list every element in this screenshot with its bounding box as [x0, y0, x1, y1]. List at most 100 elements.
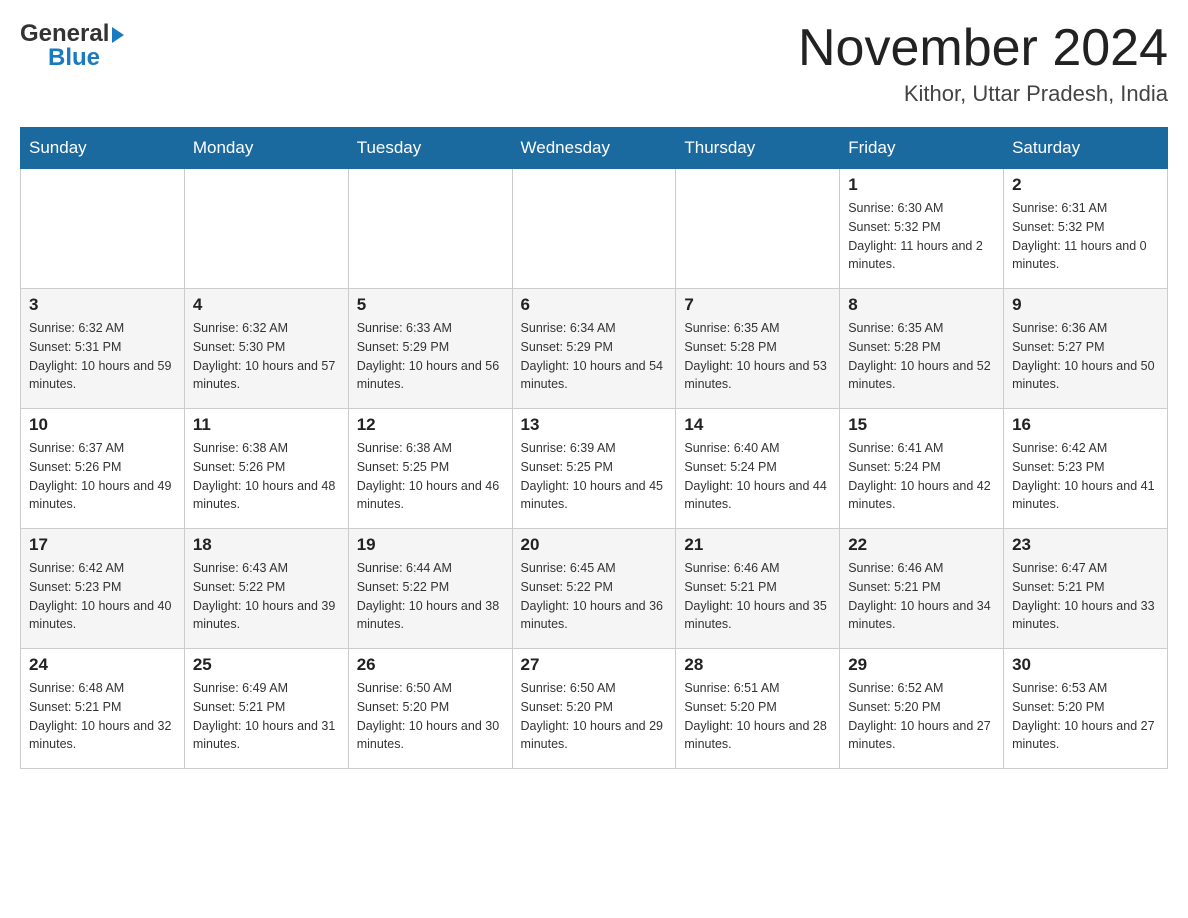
day-info: Sunrise: 6:50 AMSunset: 5:20 PMDaylight:…: [521, 679, 668, 754]
calendar-cell: [676, 169, 840, 289]
calendar-cell: 3 Sunrise: 6:32 AMSunset: 5:31 PMDaylight…: [21, 289, 185, 409]
calendar-cell: 23Sunrise: 6:47 AMSunset: 5:21 PMDayligh…: [1004, 529, 1168, 649]
calendar-cell: 2 Sunrise: 6:31 AMSunset: 5:32 PMDaylight…: [1004, 169, 1168, 289]
calendar-cell: 11 Sunrise: 6:38 AMSunset: 5:26 PMDayligh…: [184, 409, 348, 529]
calendar-cell: 5 Sunrise: 6:33 AMSunset: 5:29 PMDaylight…: [348, 289, 512, 409]
column-header-tuesday: Tuesday: [348, 128, 512, 169]
day-info: Sunrise: 6:38 AMSunset: 5:26 PMDaylight:…: [193, 439, 340, 514]
day-number: 22: [848, 535, 995, 555]
day-info: Sunrise: 6:47 AMSunset: 5:21 PMDaylight:…: [1012, 559, 1159, 634]
logo-blue-text: Blue: [48, 44, 100, 72]
day-number: 5: [357, 295, 504, 315]
day-number: 16: [1012, 415, 1159, 435]
calendar-cell: [348, 169, 512, 289]
column-header-wednesday: Wednesday: [512, 128, 676, 169]
day-number: 27: [521, 655, 668, 675]
calendar-cell: 19 Sunrise: 6:44 AMSunset: 5:22 PMDayligh…: [348, 529, 512, 649]
calendar-cell: 21Sunrise: 6:46 AMSunset: 5:21 PMDayligh…: [676, 529, 840, 649]
calendar-cell: 24 Sunrise: 6:48 AMSunset: 5:21 PMDayligh…: [21, 649, 185, 769]
calendar-cell: 27 Sunrise: 6:50 AMSunset: 5:20 PMDayligh…: [512, 649, 676, 769]
calendar-cell: 17 Sunrise: 6:42 AMSunset: 5:23 PMDayligh…: [21, 529, 185, 649]
day-number: 8: [848, 295, 995, 315]
calendar-cell: 13Sunrise: 6:39 AMSunset: 5:25 PMDayligh…: [512, 409, 676, 529]
calendar-cell: 26Sunrise: 6:50 AMSunset: 5:20 PMDayligh…: [348, 649, 512, 769]
calendar-cell: [184, 169, 348, 289]
calendar-cell: 28 Sunrise: 6:51 AMSunset: 5:20 PMDayligh…: [676, 649, 840, 769]
calendar-cell: 30 Sunrise: 6:53 AMSunset: 5:20 PMDayligh…: [1004, 649, 1168, 769]
calendar-cell: [512, 169, 676, 289]
day-number: 28: [684, 655, 831, 675]
day-info: Sunrise: 6:38 AMSunset: 5:25 PMDaylight:…: [357, 439, 504, 514]
calendar-week-row: 10Sunrise: 6:37 AMSunset: 5:26 PMDayligh…: [21, 409, 1168, 529]
day-info: Sunrise: 6:49 AMSunset: 5:21 PMDaylight:…: [193, 679, 340, 754]
day-info: Sunrise: 6:44 AMSunset: 5:22 PMDaylight:…: [357, 559, 504, 634]
calendar-cell: 10Sunrise: 6:37 AMSunset: 5:26 PMDayligh…: [21, 409, 185, 529]
calendar-cell: 12 Sunrise: 6:38 AMSunset: 5:25 PMDayligh…: [348, 409, 512, 529]
day-info: Sunrise: 6:52 AMSunset: 5:20 PMDaylight:…: [848, 679, 995, 754]
day-number: 24: [29, 655, 176, 675]
calendar-week-row: 24 Sunrise: 6:48 AMSunset: 5:21 PMDayligh…: [21, 649, 1168, 769]
title-block: November 2024 Kithor, Uttar Pradesh, Ind…: [798, 20, 1168, 107]
calendar-week-row: 1 Sunrise: 6:30 AMSunset: 5:32 PMDaylight…: [21, 169, 1168, 289]
calendar-week-row: 3 Sunrise: 6:32 AMSunset: 5:31 PMDaylight…: [21, 289, 1168, 409]
day-info: Sunrise: 6:35 AMSunset: 5:28 PMDaylight:…: [684, 319, 831, 394]
day-number: 3: [29, 295, 176, 315]
day-number: 1: [848, 175, 995, 195]
day-info: Sunrise: 6:51 AMSunset: 5:20 PMDaylight:…: [684, 679, 831, 754]
calendar-week-row: 17 Sunrise: 6:42 AMSunset: 5:23 PMDayligh…: [21, 529, 1168, 649]
day-number: 30: [1012, 655, 1159, 675]
day-info: Sunrise: 6:32 AMSunset: 5:30 PMDaylight:…: [193, 319, 340, 394]
calendar-cell: [21, 169, 185, 289]
column-header-sunday: Sunday: [21, 128, 185, 169]
day-number: 15: [848, 415, 995, 435]
day-number: 26: [357, 655, 504, 675]
day-number: 14: [684, 415, 831, 435]
calendar-cell: 9 Sunrise: 6:36 AMSunset: 5:27 PMDaylight…: [1004, 289, 1168, 409]
day-info: Sunrise: 6:37 AMSunset: 5:26 PMDaylight:…: [29, 439, 176, 514]
day-info: Sunrise: 6:43 AMSunset: 5:22 PMDaylight:…: [193, 559, 340, 634]
day-info: Sunrise: 6:48 AMSunset: 5:21 PMDaylight:…: [29, 679, 176, 754]
day-number: 20: [521, 535, 668, 555]
day-info: Sunrise: 6:30 AMSunset: 5:32 PMDaylight:…: [848, 199, 995, 274]
calendar-cell: 20 Sunrise: 6:45 AMSunset: 5:22 PMDayligh…: [512, 529, 676, 649]
calendar-table: SundayMondayTuesdayWednesdayThursdayFrid…: [20, 127, 1168, 769]
calendar-cell: 29 Sunrise: 6:52 AMSunset: 5:20 PMDayligh…: [840, 649, 1004, 769]
day-info: Sunrise: 6:42 AMSunset: 5:23 PMDaylight:…: [29, 559, 176, 634]
calendar-cell: 6Sunrise: 6:34 AMSunset: 5:29 PMDaylight…: [512, 289, 676, 409]
day-info: Sunrise: 6:41 AMSunset: 5:24 PMDaylight:…: [848, 439, 995, 514]
calendar-cell: 7Sunrise: 6:35 AMSunset: 5:28 PMDaylight…: [676, 289, 840, 409]
day-info: Sunrise: 6:46 AMSunset: 5:21 PMDaylight:…: [848, 559, 995, 634]
location-subtitle: Kithor, Uttar Pradesh, India: [798, 81, 1168, 107]
column-header-thursday: Thursday: [676, 128, 840, 169]
day-number: 18: [193, 535, 340, 555]
calendar-cell: 15 Sunrise: 6:41 AMSunset: 5:24 PMDayligh…: [840, 409, 1004, 529]
calendar-cell: 16 Sunrise: 6:42 AMSunset: 5:23 PMDayligh…: [1004, 409, 1168, 529]
column-header-saturday: Saturday: [1004, 128, 1168, 169]
day-info: Sunrise: 6:32 AMSunset: 5:31 PMDaylight:…: [29, 319, 176, 394]
calendar-cell: 4 Sunrise: 6:32 AMSunset: 5:30 PMDaylight…: [184, 289, 348, 409]
day-number: 11: [193, 415, 340, 435]
day-info: Sunrise: 6:31 AMSunset: 5:32 PMDaylight:…: [1012, 199, 1159, 274]
day-info: Sunrise: 6:40 AMSunset: 5:24 PMDaylight:…: [684, 439, 831, 514]
day-info: Sunrise: 6:45 AMSunset: 5:22 PMDaylight:…: [521, 559, 668, 634]
day-number: 19: [357, 535, 504, 555]
day-info: Sunrise: 6:35 AMSunset: 5:28 PMDaylight:…: [848, 319, 995, 394]
day-info: Sunrise: 6:39 AMSunset: 5:25 PMDaylight:…: [521, 439, 668, 514]
day-info: Sunrise: 6:42 AMSunset: 5:23 PMDaylight:…: [1012, 439, 1159, 514]
day-info: Sunrise: 6:36 AMSunset: 5:27 PMDaylight:…: [1012, 319, 1159, 394]
day-number: 6: [521, 295, 668, 315]
calendar-cell: 1 Sunrise: 6:30 AMSunset: 5:32 PMDaylight…: [840, 169, 1004, 289]
calendar-cell: 18 Sunrise: 6:43 AMSunset: 5:22 PMDayligh…: [184, 529, 348, 649]
day-number: 2: [1012, 175, 1159, 195]
day-number: 4: [193, 295, 340, 315]
day-info: Sunrise: 6:53 AMSunset: 5:20 PMDaylight:…: [1012, 679, 1159, 754]
day-number: 12: [357, 415, 504, 435]
day-info: Sunrise: 6:33 AMSunset: 5:29 PMDaylight:…: [357, 319, 504, 394]
column-header-friday: Friday: [840, 128, 1004, 169]
logo-triangle-icon: [112, 27, 124, 43]
calendar-cell: 14 Sunrise: 6:40 AMSunset: 5:24 PMDayligh…: [676, 409, 840, 529]
day-number: 17: [29, 535, 176, 555]
day-number: 9: [1012, 295, 1159, 315]
month-title: November 2024: [798, 20, 1168, 77]
day-number: 29: [848, 655, 995, 675]
